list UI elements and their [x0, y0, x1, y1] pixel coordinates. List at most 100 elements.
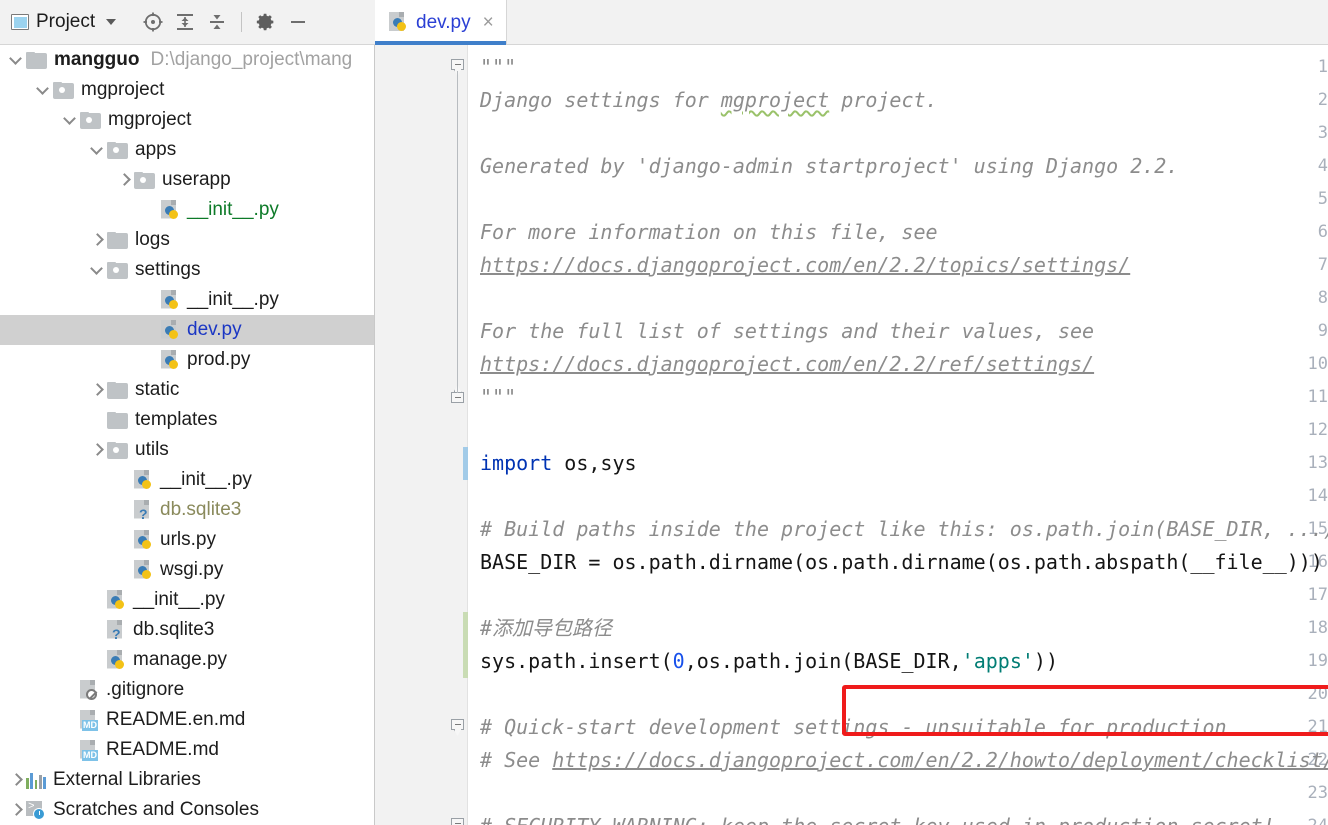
tab-dev-py[interactable]: dev.py ×: [375, 0, 507, 45]
tree-item-label: logs: [135, 229, 170, 250]
tree-row[interactable]: __init__.py: [0, 285, 374, 315]
tree-item-label: wsgi.py: [160, 559, 224, 580]
gear-icon[interactable]: [251, 7, 281, 37]
tree-row[interactable]: userapp: [0, 165, 374, 195]
code-line: # Quick-start development settings - uns…: [480, 711, 1227, 744]
tree-row[interactable]: mangguo D:\django_project\mang: [0, 45, 374, 75]
tree-row[interactable]: __init__.py: [0, 465, 374, 495]
project-toolbar-buttons: [138, 7, 313, 37]
main-area: mangguo D:\django_project\mang mgproject mg…: [0, 45, 1328, 825]
tree-row[interactable]: apps: [0, 135, 374, 165]
code-line: Django settings for mgproject project.: [480, 84, 938, 117]
python-file-icon: [134, 529, 153, 551]
tree-row[interactable]: __init__.py: [0, 585, 374, 615]
tree-row[interactable]: static: [0, 375, 374, 405]
chevron-down-icon[interactable]: [106, 19, 117, 25]
pycharm-window: Project dev.py × mangguo D:\django_proje…: [0, 0, 1328, 825]
tree-row[interactable]: urls.py: [0, 525, 374, 555]
chevron-down-icon[interactable]: [62, 112, 78, 128]
code-token[interactable]: https://docs.djangoproject.com/en/2.2/re…: [480, 352, 1094, 376]
python-file-icon: [107, 649, 126, 671]
close-icon[interactable]: ×: [483, 13, 494, 32]
fold-marker-icon[interactable]: [451, 719, 465, 736]
tree-row[interactable]: logs: [0, 225, 374, 255]
minimize-icon[interactable]: [283, 7, 313, 37]
code-line: import os,sys: [480, 447, 637, 480]
chevron-right-icon[interactable]: [8, 772, 24, 788]
collapse-all-icon[interactable]: [202, 7, 232, 37]
tree-row[interactable]: templates: [0, 405, 374, 435]
chevron-down-icon[interactable]: [35, 82, 51, 98]
code-line: # Build paths inside the project like th…: [480, 513, 1328, 546]
tree-row[interactable]: MD README.en.md: [0, 705, 374, 735]
source-folder-icon: [107, 141, 128, 159]
code-line: https://docs.djangoproject.com/en/2.2/re…: [480, 348, 1094, 381]
project-window-icon: [11, 14, 29, 30]
chevron-right-icon[interactable]: [8, 802, 24, 818]
tree-row[interactable]: manage.py: [0, 645, 374, 675]
unknown-file-icon: ?: [134, 499, 153, 521]
tree-row[interactable]: mgproject: [0, 75, 374, 105]
tree-row[interactable]: dev.py: [0, 315, 374, 345]
tree-row[interactable]: __init__.py: [0, 195, 374, 225]
chevron-right-icon[interactable]: [89, 382, 105, 398]
tree-row[interactable]: >_ Scratches and Consoles: [0, 795, 374, 825]
tree-row[interactable]: ? db.sqlite3: [0, 495, 374, 525]
tree-row[interactable]: wsgi.py: [0, 555, 374, 585]
tree-item-label: dev.py: [187, 319, 242, 340]
code-token: mgproject: [720, 88, 830, 112]
locate-icon[interactable]: [138, 7, 168, 37]
tree-row[interactable]: .gitignore: [0, 675, 374, 705]
code-line: """: [480, 381, 516, 414]
tree-row[interactable]: mgproject: [0, 105, 374, 135]
tree-item-label: __init__.py: [160, 469, 252, 490]
chevron-down-icon[interactable]: [89, 262, 105, 278]
project-panel-title-button[interactable]: Project: [0, 11, 117, 33]
chevron-down-icon[interactable]: [8, 52, 24, 68]
chevron-right-icon[interactable]: [89, 232, 105, 248]
tree-row[interactable]: utils: [0, 435, 374, 465]
code-line: """: [480, 51, 516, 84]
tree-row[interactable]: settings: [0, 255, 374, 285]
tree-row[interactable]: External Libraries: [0, 765, 374, 795]
chevron-right-icon[interactable]: [89, 442, 105, 458]
editor-gutter[interactable]: [375, 45, 468, 825]
tree-item-label: README.en.md: [106, 709, 246, 730]
code-token[interactable]: https://docs.djangoproject.com/en/2.2/to…: [480, 253, 1130, 277]
code-line: sys.path.insert(0,os.path.join(BASE_DIR,…: [480, 645, 1058, 678]
code-content[interactable]: """ Django settings for mgproject project…: [468, 45, 1328, 825]
chevron-down-icon[interactable]: [89, 142, 105, 158]
tree-item-label: mgproject: [81, 79, 165, 100]
code-line: # SECURITY WARNING: keep the secret key …: [480, 810, 1275, 825]
project-panel-label: Project: [36, 11, 96, 32]
code-token: project.: [829, 88, 938, 112]
source-folder-icon: [107, 261, 128, 279]
code-line: BASE_DIR = os.path.dirname(os.path.dirna…: [480, 546, 1323, 579]
chevron-right-icon[interactable]: [116, 172, 132, 188]
tree-item-label: db.sqlite3: [133, 619, 215, 640]
project-tree[interactable]: mangguo D:\django_project\mang mgproject mg…: [0, 45, 375, 825]
code-token: # SECURITY WARNING: keep the secret key …: [480, 814, 1275, 825]
fold-marker-icon[interactable]: [451, 818, 465, 825]
code-token: Generated by 'django-admin startproject'…: [480, 154, 1179, 178]
fold-marker-icon[interactable]: [451, 385, 465, 406]
tree-row[interactable]: MD README.md: [0, 735, 374, 765]
expand-all-icon[interactable]: [170, 7, 200, 37]
toolbar-separator: [241, 12, 243, 32]
tree-item-label: userapp: [162, 169, 231, 190]
fold-region-line: [457, 71, 458, 393]
fold-marker-icon[interactable]: [451, 59, 465, 76]
tree-row[interactable]: ? db.sqlite3: [0, 615, 374, 645]
code-token: # Quick-start development settings - uns…: [480, 715, 1227, 739]
code-token[interactable]: https://docs.djangoproject.com/en/2.2/ho…: [552, 748, 1328, 772]
code-editor[interactable]: 123456789101112131415161718192021222324 …: [375, 45, 1328, 825]
tree-row[interactable]: prod.py: [0, 345, 374, 375]
